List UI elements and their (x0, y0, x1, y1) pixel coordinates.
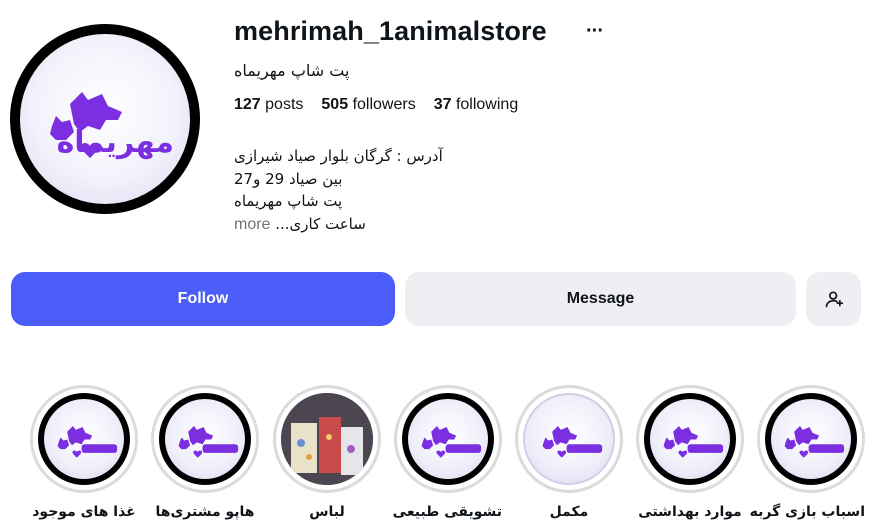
bio-more-link[interactable]: more (234, 216, 270, 233)
story-highlight[interactable]: لباس (273, 385, 381, 520)
highlight-cover-inner (771, 399, 851, 479)
person-add-icon (825, 291, 843, 308)
story-highlight[interactable]: اسباب بازی گربه (749, 385, 865, 520)
more-horizontal-icon[interactable]: ··· (586, 20, 604, 43)
highlight-cover (523, 393, 615, 485)
brand-logo-mini (57, 426, 118, 458)
profile-full-name: پت شاپ مهریماه (234, 61, 350, 80)
brand-logo-mini (542, 426, 603, 458)
highlight-cover (644, 393, 736, 485)
story-highlight[interactable]: مکمل (515, 385, 623, 520)
clothing-photo (281, 393, 373, 485)
bio-line-4-text: ساعت کاری... (275, 214, 366, 233)
highlight-ring[interactable] (757, 385, 865, 493)
highlight-cover (402, 393, 494, 485)
avatar-inner: مهریماه (20, 34, 190, 204)
highlight-ring[interactable] (273, 385, 381, 493)
highlight-ring[interactable] (515, 385, 623, 493)
followers-count: 505 (321, 96, 349, 113)
posts-label: posts (265, 96, 304, 113)
following-count: 37 (433, 96, 452, 113)
following-stat[interactable]: 37 following (434, 96, 519, 114)
brand-logo: مهریماه (50, 92, 174, 160)
highlight-ring[interactable] (394, 385, 502, 493)
posts-stat: 127 posts (234, 96, 303, 114)
brand-logo-mini (421, 426, 482, 458)
story-highlight[interactable]: غذا های موجود (30, 385, 138, 520)
profile-bio: آدرس : گرگان بلوار صیاد شیرازی بین صیاد … (234, 145, 443, 236)
highlight-label: اسباب بازی گربه (749, 504, 865, 520)
bio-line-3: پت شاپ مهریماه (234, 192, 343, 210)
highlight-cover-inner (525, 395, 613, 483)
highlight-label: غذا های موجود (32, 504, 136, 520)
story-highlight[interactable]: موارد بهداشتی (636, 385, 744, 520)
highlight-label: تشویقی طبیعی (392, 504, 502, 520)
highlight-ring[interactable] (30, 385, 138, 493)
bio-line-4: ساعت کاری... more (234, 213, 443, 237)
profile-username: mehrimah_1animalstore (234, 16, 547, 46)
brand-logo-mini (663, 426, 724, 458)
highlight-cover-inner (650, 399, 730, 479)
following-label: following (455, 96, 519, 113)
story-highlight[interactable]: تشویقی طبیعی (392, 385, 502, 520)
highlight-ring[interactable] (636, 385, 744, 493)
story-highlight[interactable]: هاپو مشتری‌ها (151, 385, 259, 520)
highlight-label: مکمل (549, 504, 589, 520)
followers-stat[interactable]: 505 followers (321, 96, 415, 114)
brand-logo-mini (784, 426, 845, 458)
highlight-cover-inner (44, 399, 124, 479)
follow-button[interactable]: Follow (11, 272, 395, 326)
highlight-cover-inner (408, 399, 488, 479)
highlight-cover-inner (165, 399, 245, 479)
highlight-cover (38, 393, 130, 485)
highlight-label: هاپو مشتری‌ها (155, 504, 255, 520)
highlight-label: موارد بهداشتی (638, 504, 742, 520)
add-user-button[interactable] (806, 272, 861, 326)
bio-line-2: بین صیاد 29 و27 (234, 169, 343, 188)
highlight-ring[interactable] (151, 385, 259, 493)
highlight-label: لباس (309, 504, 345, 520)
brand-logo-mini (178, 426, 239, 458)
bio-line-1: آدرس : گرگان بلوار صیاد شیرازی (234, 147, 443, 165)
highlight-cover (159, 393, 251, 485)
brand-logo-text: مهریماه (57, 125, 174, 160)
profile-stats: 127 posts 505 followers 37 following (234, 96, 518, 114)
message-button[interactable]: Message (405, 272, 796, 326)
highlight-cover (765, 393, 857, 485)
profile-avatar[interactable]: مهریماه (10, 24, 200, 214)
highlight-cover (281, 393, 373, 485)
posts-count: 127 (234, 96, 261, 113)
followers-label: followers (352, 96, 416, 113)
